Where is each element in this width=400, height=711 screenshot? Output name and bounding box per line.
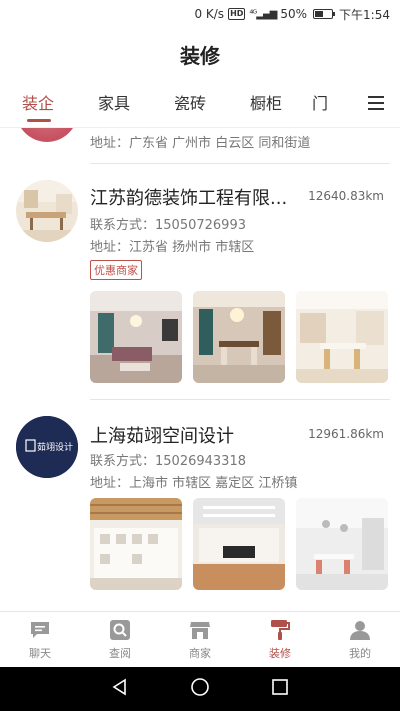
store-icon bbox=[188, 619, 212, 641]
signal-icon: ⁴ᴳ▂▄▆ bbox=[249, 8, 277, 20]
company-name: 江苏韵德装饰工程有限... bbox=[90, 188, 288, 209]
tab-furniture[interactable]: 家具 bbox=[76, 82, 152, 128]
category-tabs: 装企 家具 瓷砖 橱柜 门 bbox=[0, 82, 400, 128]
logo-text: 茹翊设计 bbox=[37, 443, 74, 453]
company-phone: 联系方式：15050726993 bbox=[90, 218, 246, 233]
company-name: 上海茹翊空间设计 bbox=[90, 426, 234, 447]
project-photo[interactable] bbox=[296, 498, 388, 590]
project-photo[interactable] bbox=[193, 291, 285, 383]
nav-decoration-label: 装修 bbox=[269, 646, 291, 660]
list-item[interactable]: 茹翊设计 上海茹翊空间设计 12961.86km 联系方式：1502694331… bbox=[0, 400, 400, 610]
nav-browse[interactable]: 查阅 bbox=[80, 612, 160, 667]
title-bar: 装修 bbox=[0, 28, 400, 80]
company-address: 地址：上海市 市辖区 嘉定区 江桥镇 bbox=[90, 476, 298, 491]
back-icon[interactable] bbox=[111, 678, 129, 700]
distance: 12961.86km bbox=[308, 427, 384, 441]
nav-merchants[interactable]: 商家 bbox=[160, 612, 240, 667]
project-photo[interactable] bbox=[90, 498, 182, 590]
hd-icon: HD bbox=[228, 8, 246, 20]
company-logo: 茹翊设计 bbox=[16, 416, 78, 478]
clock: 下午1:54 bbox=[339, 7, 390, 22]
avatar bbox=[16, 180, 78, 242]
company-address: 地址：广东省 广州市 白云区 同和街道 bbox=[90, 136, 311, 151]
chat-icon bbox=[28, 619, 52, 641]
list-item[interactable]: 江苏韵德装饰工程有限... 12640.83km 联系方式：1505072699… bbox=[0, 164, 400, 400]
home-icon[interactable] bbox=[190, 677, 210, 701]
project-photo[interactable] bbox=[193, 498, 285, 590]
recents-icon[interactable] bbox=[271, 678, 289, 700]
page-title: 装修 bbox=[180, 43, 220, 68]
photo-gallery bbox=[90, 291, 388, 383]
system-nav-bar bbox=[0, 667, 400, 711]
nav-decoration[interactable]: 装修 bbox=[240, 612, 320, 667]
network-speed: 0 K/s bbox=[194, 7, 225, 21]
promo-badge: 优惠商家 bbox=[90, 260, 142, 280]
tab-companies[interactable]: 装企 bbox=[0, 82, 76, 128]
tab-tiles[interactable]: 瓷砖 bbox=[152, 82, 228, 128]
tab-doors[interactable]: 门 bbox=[304, 82, 334, 128]
list-item[interactable]: 地址：广东省 广州市 白云区 同和街道 bbox=[0, 128, 400, 164]
company-address: 地址：江苏省 扬州市 市辖区 bbox=[90, 240, 255, 255]
company-list: 地址：广东省 广州市 白云区 同和街道 江苏韵德装饰工程有限... 12640.… bbox=[0, 128, 400, 610]
status-bar: 0 K/s HD ⁴ᴳ▂▄▆ 50% 下午1:54 bbox=[0, 0, 400, 28]
paint-roller-icon bbox=[268, 619, 292, 641]
nav-chat-label: 聊天 bbox=[29, 646, 51, 660]
company-phone: 联系方式：15026943318 bbox=[90, 454, 246, 469]
project-photo[interactable] bbox=[90, 291, 182, 383]
search-icon bbox=[108, 619, 132, 641]
nav-merchants-label: 商家 bbox=[189, 646, 211, 660]
nav-browse-label: 查阅 bbox=[109, 646, 131, 660]
nav-chat[interactable]: 聊天 bbox=[0, 612, 80, 667]
nav-profile[interactable]: 我的 bbox=[320, 612, 400, 667]
photo-gallery bbox=[90, 498, 388, 590]
distance: 12640.83km bbox=[308, 189, 384, 203]
battery-percent: 50% bbox=[280, 7, 308, 21]
battery-icon bbox=[313, 9, 336, 19]
user-icon bbox=[348, 619, 372, 641]
project-photo[interactable] bbox=[296, 291, 388, 383]
avatar bbox=[16, 128, 78, 142]
nav-profile-label: 我的 bbox=[349, 646, 371, 660]
menu-icon[interactable] bbox=[368, 96, 384, 110]
bottom-nav: 聊天 查阅 商家 装修 我的 bbox=[0, 611, 400, 667]
tab-cabinets[interactable]: 橱柜 bbox=[228, 82, 304, 128]
